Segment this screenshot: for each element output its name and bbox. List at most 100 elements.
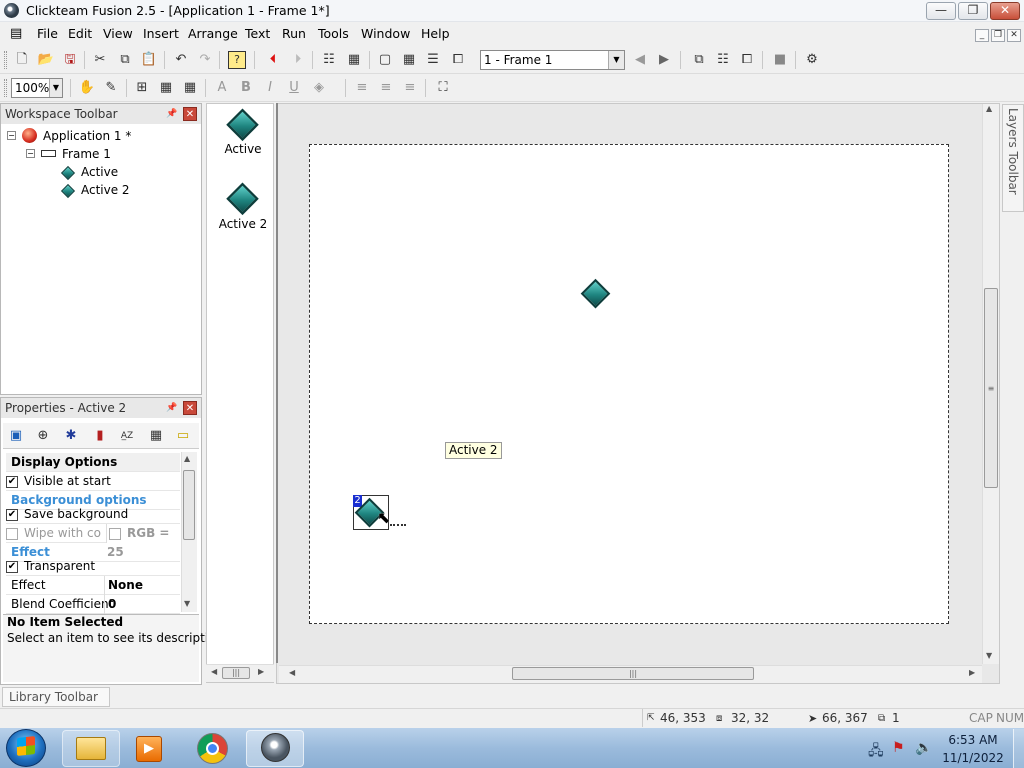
clock-time[interactable]: 6:53 AM (944, 733, 1002, 747)
object-active-icon[interactable] (226, 108, 259, 143)
run-project-icon[interactable]: ⧠ (738, 51, 756, 69)
mdi-restore-button[interactable]: ❐ (991, 29, 1005, 42)
menu-text[interactable]: Text (245, 26, 270, 41)
bold-icon[interactable]: B (237, 79, 255, 97)
tab-values-icon[interactable]: A̲Z (118, 427, 136, 445)
frame-hscroll-thumb[interactable]: ||| (512, 667, 754, 680)
scroll-up-icon[interactable]: ▲ (184, 454, 190, 463)
snap-to-grid-icon[interactable]: ⊞ (133, 79, 151, 97)
scroll-down-icon[interactable]: ▼ (184, 599, 190, 608)
zoom-select[interactable]: 100% ▼ (11, 78, 63, 98)
tab-size-position-icon[interactable]: ✱ (62, 427, 80, 445)
paste-icon[interactable]: 📋 (140, 51, 158, 69)
show-desktop-button[interactable] (1013, 729, 1024, 768)
object-active-2-label[interactable]: Active 2 (207, 217, 279, 231)
menu-window[interactable]: Window (361, 26, 410, 41)
minimize-button[interactable]: — (926, 2, 956, 20)
undo-icon[interactable]: ↶ (172, 51, 190, 69)
menu-arrange[interactable]: Arrange (188, 26, 238, 41)
redo-icon[interactable]: ↷ (196, 51, 214, 69)
library-toolbar-tab[interactable]: Library Toolbar (2, 687, 110, 707)
close-button[interactable]: ✕ (990, 2, 1020, 20)
save-icon[interactable]: 🖫 (61, 51, 79, 69)
media-player-icon[interactable]: ▶ (136, 736, 162, 762)
show-grid-icon[interactable]: ▦ (157, 79, 175, 97)
properties-close-button[interactable]: ✕ (183, 401, 197, 415)
chevron-down-icon[interactable]: ▼ (608, 51, 624, 69)
prop-rgb-value[interactable]: RGB = 25 (106, 524, 180, 559)
object-active-label[interactable]: Active (207, 142, 279, 156)
run-application-icon[interactable]: ☷ (714, 51, 732, 69)
toolbar-grip[interactable] (4, 51, 7, 69)
data-elements-icon[interactable]: ⧠ (449, 51, 467, 69)
prop-blend-value[interactable]: 0 (104, 595, 180, 614)
go-forward-icon[interactable]: ⏵ (289, 51, 307, 69)
tab-settings-icon[interactable]: ▣ (7, 427, 25, 445)
tab-about-icon[interactable]: ▭ (174, 427, 192, 445)
workspace-close-button[interactable]: ✕ (183, 107, 197, 121)
menu-run[interactable]: Run (282, 26, 306, 41)
align-right-icon[interactable]: ≡ (401, 79, 419, 97)
hand-tool-icon[interactable]: ✋ (78, 79, 96, 97)
visible-at-start-checkbox[interactable]: ✔ (6, 475, 18, 488)
build-icon[interactable]: ⚙ (803, 51, 821, 69)
menu-file[interactable]: File (37, 26, 58, 41)
chevron-down-icon[interactable]: ▼ (49, 79, 62, 97)
scroll-up-icon[interactable]: ▲ (986, 104, 992, 113)
system-menu-icon[interactable]: ▤ (10, 27, 25, 40)
new-icon[interactable]: 🗋 (13, 51, 31, 69)
active-object-instance[interactable] (580, 278, 611, 310)
scroll-left-icon[interactable]: ◀ (289, 668, 295, 677)
edit-tool-icon[interactable]: ✎ (102, 79, 120, 97)
fit-to-window-icon[interactable]: ⛶ (434, 79, 452, 97)
frame-vscroll-thumb[interactable]: ≡ (984, 288, 998, 488)
color-swatch[interactable] (109, 527, 121, 540)
event-editor-icon[interactable]: ▦ (400, 51, 418, 69)
tab-events-icon[interactable]: ▦ (147, 427, 165, 445)
scroll-right-icon[interactable]: ▶ (258, 667, 264, 676)
grid-setup-icon[interactable]: ▦ (181, 79, 199, 97)
pin-icon[interactable]: 📌 (166, 108, 178, 120)
scroll-right-icon[interactable]: ▶ (969, 668, 975, 677)
underline-icon[interactable]: U (285, 79, 303, 97)
wipe-with-color-checkbox[interactable] (6, 527, 18, 540)
run-frame-icon[interactable]: ⧉ (690, 51, 708, 69)
go-back-icon[interactable]: ⏴ (264, 51, 282, 69)
frame-canvas[interactable] (309, 144, 949, 624)
frame-select[interactable]: 1 - Frame 1 ▼ (480, 50, 625, 70)
tree-item-active[interactable]: Active (81, 163, 118, 181)
tree-item-application[interactable]: Application 1 * (43, 127, 131, 145)
transparent-checkbox[interactable]: ✔ (6, 560, 18, 573)
tab-movement-icon[interactable]: ▮ (91, 427, 109, 445)
cut-icon[interactable]: ✂ (91, 51, 109, 69)
scroll-down-icon[interactable]: ▼ (986, 651, 992, 660)
collapse-frame-icon[interactable]: − (26, 149, 35, 158)
maximize-button[interactable]: ❐ (958, 2, 988, 20)
action-center-icon[interactable]: ⚑ (892, 740, 905, 756)
next-frame-icon[interactable]: ▶ (655, 51, 673, 69)
toolbar-grip[interactable] (4, 79, 7, 97)
fill-color-icon[interactable]: ◈ (310, 79, 328, 97)
tab-display-icon[interactable]: ⊕ (34, 427, 52, 445)
italic-icon[interactable]: I (261, 79, 279, 97)
help-icon[interactable]: ? (228, 51, 246, 69)
menu-insert[interactable]: Insert (143, 26, 179, 41)
menu-view[interactable]: View (103, 26, 133, 41)
tree-item-active-2[interactable]: Active 2 (81, 181, 130, 199)
tree-item-frame[interactable]: Frame 1 (62, 145, 111, 163)
save-background-checkbox[interactable]: ✔ (6, 508, 18, 521)
menu-help[interactable]: Help (421, 26, 450, 41)
frame-editor-icon[interactable]: ▢ (376, 51, 394, 69)
prop-transparent[interactable]: ✔ Transparent (6, 557, 180, 576)
align-center-icon[interactable]: ≡ (377, 79, 395, 97)
mdi-minimize-button[interactable]: _ (975, 29, 989, 42)
collapse-app-icon[interactable]: − (7, 131, 16, 140)
scroll-left-icon[interactable]: ◀ (211, 667, 217, 676)
prop-effect-value[interactable]: None (104, 576, 180, 595)
copy-icon[interactable]: ⧉ (116, 51, 134, 69)
menu-edit[interactable]: Edit (68, 26, 92, 41)
pin-icon[interactable]: 📌 (166, 402, 178, 414)
properties-scroll-thumb[interactable] (183, 470, 195, 540)
prop-save-background[interactable]: ✔ Save background (6, 505, 180, 524)
prop-visible-at-start[interactable]: ✔ Visible at start (6, 472, 180, 491)
